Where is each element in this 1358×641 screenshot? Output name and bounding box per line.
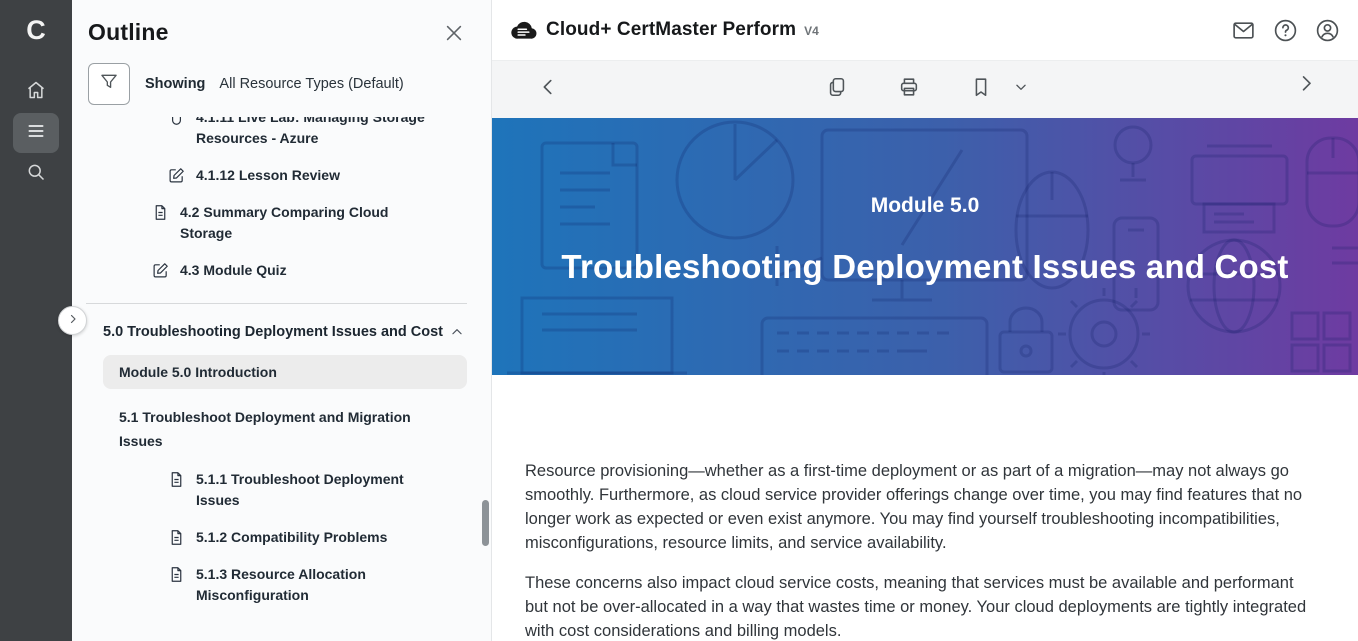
outline-item-4-1-11[interactable]: 4.1.11 Live Lab: Managing Storage Resour… [72, 117, 491, 149]
outline-item-label: 5.1 Troubleshoot Deployment and Migratio… [119, 405, 431, 453]
outline-item-4-3[interactable]: 4.3 Module Quiz [72, 260, 491, 281]
funnel-filter-icon [99, 72, 119, 97]
outline-menu-button[interactable] [13, 113, 59, 153]
panel-collapse-toggle[interactable] [58, 306, 87, 335]
outline-item-5-1[interactable]: 5.1 Troubleshoot Deployment and Migratio… [72, 405, 491, 453]
mouse-icon [168, 117, 185, 126]
lesson-toolbar [492, 61, 1358, 118]
document-icon [168, 566, 185, 583]
outline-scrollbar-thumb[interactable] [482, 500, 489, 546]
outline-list: 4.1.11 Live Lab: Managing Storage Resour… [72, 117, 491, 625]
course-title: Cloud+ CertMaster Perform [546, 19, 796, 41]
bookmark-icon [970, 76, 992, 103]
document-icon [168, 471, 185, 488]
outline-item-label: 4.3 Module Quiz [180, 260, 287, 281]
document-icon [168, 529, 185, 546]
outline-item-5-1-3[interactable]: 5.1.3 Resource Allocation Misconfigurati… [72, 564, 491, 606]
module-banner: Module 5.0 Troubleshooting Deployment Is… [492, 118, 1358, 375]
edit-icon [152, 262, 169, 279]
outline-item-label: 5.1.2 Compatibility Problems [196, 527, 387, 548]
outline-item-label: 4.1.12 Lesson Review [196, 165, 340, 186]
previous-page-button[interactable] [535, 77, 561, 103]
app-window: C Outline [0, 0, 1358, 641]
outline-item-4-1-12[interactable]: 4.1.12 Lesson Review [72, 165, 491, 186]
print-button[interactable] [896, 77, 922, 103]
outline-divider [86, 303, 467, 304]
help-button[interactable] [1273, 18, 1298, 43]
home-button[interactable] [13, 72, 59, 112]
app-logo: C [26, 10, 46, 50]
outline-item-5-1-2[interactable]: 5.1.2 Compatibility Problems [72, 527, 491, 548]
search-button[interactable] [13, 154, 59, 194]
filter-button[interactable] [88, 63, 130, 105]
outline-item-label: 5.1.1 Troubleshoot Deployment Issues [196, 469, 444, 511]
filter-showing-label: Showing [145, 76, 205, 92]
outline-item-label: 5.1.3 Resource Allocation Misconfigurati… [196, 564, 444, 606]
outline-item-label: Module 5.0 Introduction [119, 364, 277, 380]
module-number-label: Module 5.0 [871, 194, 980, 218]
chevron-left-icon [537, 76, 559, 103]
hamburger-menu-icon [26, 121, 46, 146]
cloud-brand-icon [510, 20, 537, 40]
chevron-up-icon [450, 325, 464, 339]
bookmark-dropdown-button[interactable] [1008, 77, 1034, 103]
outline-panel: Outline Showing All Resource Types (Defa… [72, 0, 492, 641]
outline-item-label: 5.1.4 Instance Configuration and [196, 622, 412, 625]
outline-item-module-5-0-intro[interactable]: Module 5.0 Introduction [103, 355, 467, 389]
outline-section-5-0[interactable]: 5.0 Troubleshooting Deployment Issues an… [72, 324, 491, 340]
section-label: 5.0 Troubleshooting Deployment Issues an… [103, 324, 443, 340]
filter-current-value: All Resource Types (Default) [219, 76, 403, 92]
module-title: Troubleshooting Deployment Issues and Co… [561, 248, 1288, 286]
home-icon [26, 80, 46, 105]
envelope-icon [1231, 30, 1256, 47]
chevron-down-icon [1014, 80, 1028, 99]
document-icon [152, 204, 169, 221]
outline-item-4-2[interactable]: 4.2 Summary Comparing Cloud Storage [72, 202, 491, 244]
outline-item-5-1-1[interactable]: 5.1.1 Troubleshoot Deployment Issues [72, 469, 491, 511]
copy-icon [826, 76, 848, 103]
close-outline-button[interactable] [443, 22, 465, 44]
edit-icon [168, 167, 185, 184]
outline-item-label: 4.1.11 Live Lab: Managing Storage Resour… [196, 117, 444, 149]
copy-button[interactable] [824, 77, 850, 103]
course-version: V4 [804, 24, 819, 38]
question-circle-icon [1273, 30, 1298, 47]
outline-item-5-1-4[interactable]: 5.1.4 Instance Configuration and [72, 622, 491, 625]
document-icon [168, 624, 185, 625]
search-icon [26, 162, 46, 187]
outline-item-label: 4.2 Summary Comparing Cloud Storage [180, 202, 398, 244]
account-button[interactable] [1315, 18, 1340, 43]
outline-panel-title: Outline [88, 19, 169, 46]
lesson-body: Resource provisioning—whether as a first… [492, 375, 1358, 641]
bookmark-button[interactable] [968, 77, 994, 103]
course-header: Cloud+ CertMaster Perform V4 [492, 0, 1358, 61]
lesson-paragraph: These concerns also impact cloud service… [525, 571, 1317, 641]
chevron-right-icon [67, 312, 79, 330]
printer-icon [898, 76, 920, 103]
chevron-right-icon [1299, 76, 1321, 103]
next-page-button[interactable] [1297, 77, 1323, 103]
main-content-area: Cloud+ CertMaster Perform V4 [492, 0, 1358, 641]
resource-filter: Showing All Resource Types (Default) [88, 63, 475, 105]
messages-button[interactable] [1231, 18, 1256, 43]
lesson-paragraph: Resource provisioning—whether as a first… [525, 459, 1317, 555]
person-circle-icon [1315, 30, 1340, 47]
close-icon [443, 31, 465, 48]
